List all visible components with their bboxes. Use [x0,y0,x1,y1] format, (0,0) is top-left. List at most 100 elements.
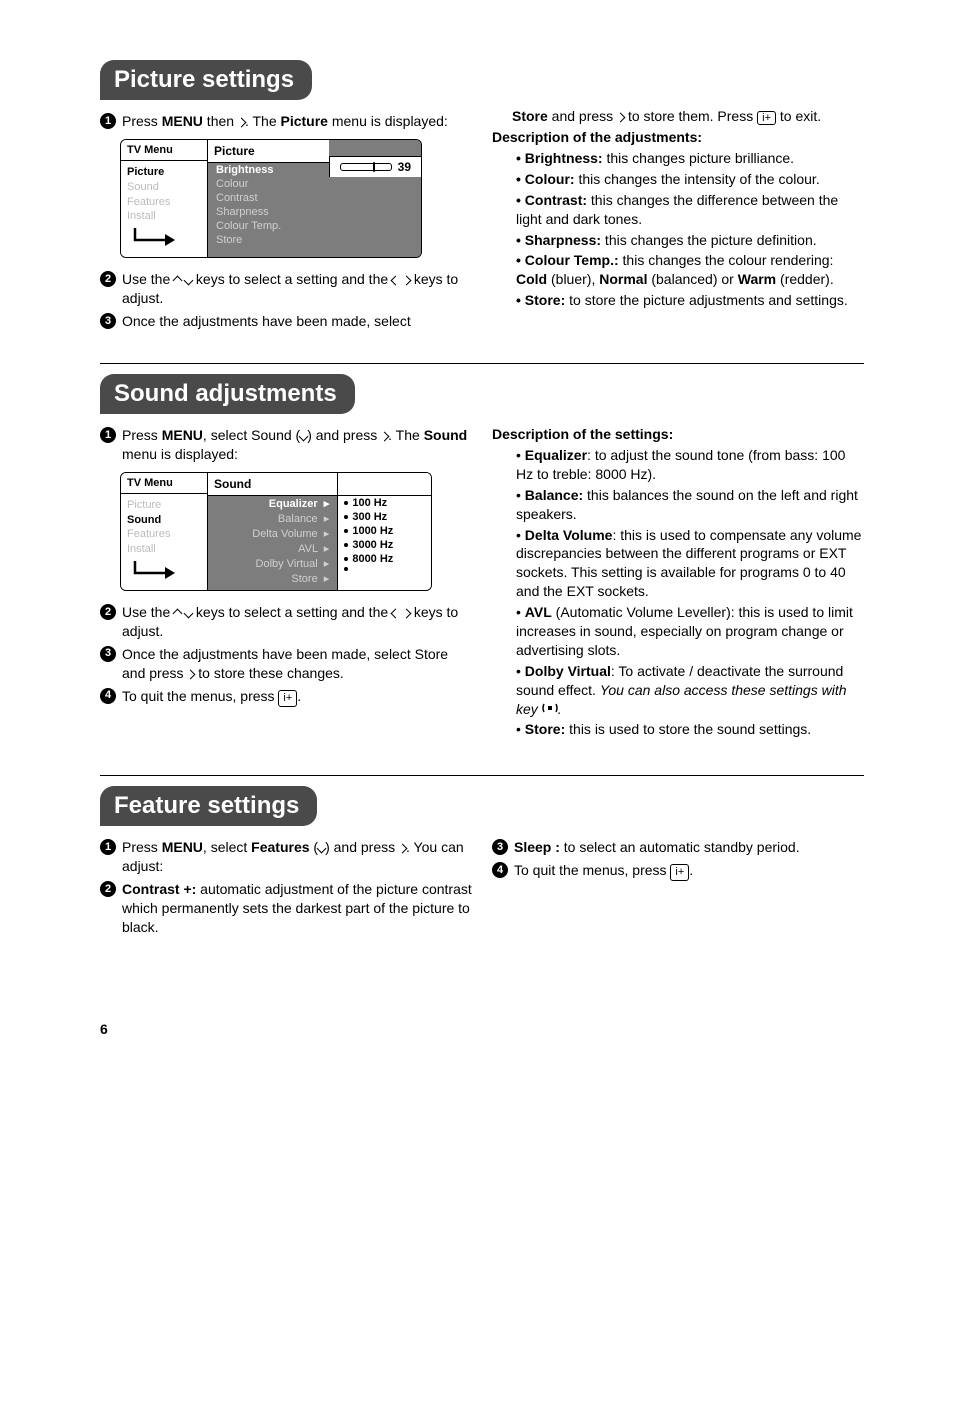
text: and press [548,108,617,124]
bullet-1-icon: 1 [100,427,116,443]
bullet-3-icon: 3 [100,313,116,329]
osd-left-features: Features [127,527,201,542]
text: Press [122,839,162,855]
text: to exit. [776,108,821,124]
bullet-2-icon: 2 [100,604,116,620]
text: menu is displayed: [122,446,238,462]
text: keys to select a setting and the [192,271,392,287]
picture-section: Picture settings 1 Press MENU then . The… [100,60,864,335]
info-button-icon: i+ [670,864,689,881]
sound-step-3: 3 Once the adjustments have been made, s… [100,645,472,683]
osd-row: 3000 Hz [352,539,393,551]
osd-row: AVL [298,543,318,555]
text-italic: . [558,701,562,717]
osd-left-sound: Sound [127,513,201,528]
text: Delta Volume [525,527,613,543]
text: Sharpness: [525,232,601,248]
text: (balanced) or [647,271,737,287]
picture-desc-heading: Description of the adjustments: [492,129,864,145]
osd-left-install: Install [127,209,201,224]
text: Dolby Virtual [525,663,611,679]
picture-heading: Picture settings [100,60,312,100]
surround-icon [542,700,558,719]
divider [100,775,864,776]
osd-row: Colour Temp. [208,219,421,233]
text: , select [203,839,251,855]
osd-tvmenu: TV Menu [121,473,207,494]
osd-pointer-icon [121,559,207,590]
text: Colour Temp.: [525,252,619,268]
slider-icon [340,163,392,171]
text: this changes the colour rendering: [619,252,834,268]
osd-left-install: Install [127,542,201,557]
text: Brightness: [525,150,603,166]
bullet-3-icon: 3 [492,839,508,855]
text: this changes picture brilliance. [603,150,794,166]
osd-tvmenu: TV Menu [121,140,207,161]
sound-desc-list: Equalizer: to adjust the sound tone (fro… [516,446,864,739]
text: to store them. Press [624,108,757,124]
feature-step-1: 1 Press MENU, select Features () and pre… [100,838,472,876]
sound-desc-heading: Description of the settings: [492,426,864,442]
text: Press [122,113,162,129]
osd-row: 1000 Hz [352,525,393,537]
sound-section: Sound adjustments 1 Press MENU, select S… [100,374,864,747]
text: Colour: [525,171,575,187]
text: Use the [122,271,174,287]
text: Contrast +: [122,881,196,897]
osd-row: 8000 Hz [352,553,393,565]
bullet-3-icon: 3 [100,646,116,662]
osd-row: Balance [278,513,318,525]
text: Press [122,427,162,443]
text: to select an automatic standby period. [560,839,800,855]
text: To quit the menus, press [514,862,670,878]
feature-step-2: 2 Contrast +: automatic adjustment of th… [100,880,472,937]
osd-picture: TV Menu Picture Sound Features Install [120,139,422,258]
text: Store: [525,721,565,737]
left-arrow-icon [391,609,401,619]
picture-step-2: 2 Use the keys to select a setting and t… [100,270,472,308]
text: to store the picture adjustments and set… [565,292,848,308]
up-arrow-icon [173,609,183,619]
osd-row: Store [208,233,421,247]
osd-row: Equalizer [269,498,318,510]
feature-section: Feature settings 1 Press MENU, select Fe… [100,786,864,940]
text: to store these changes. [194,665,343,681]
osd-brightness-value: 39 [398,160,411,174]
text: keys to select a setting and the [192,604,392,620]
text: Picture [281,113,328,129]
info-button-icon: i+ [757,111,776,125]
bullet-2-icon: 2 [100,271,116,287]
text: To quit the menus, press [122,688,278,704]
text: ) and press [325,839,399,855]
sound-step-1: 1 Press MENU, select Sound () and press … [100,426,472,464]
text: ) and press [307,427,381,443]
picture-desc-list: Brightness: this changes picture brillia… [516,149,864,310]
osd-row: Colour [208,177,421,191]
text: Features [251,839,309,855]
text: Sleep : [514,839,560,855]
sound-step-4: 4 To quit the menus, press i+. [100,687,472,707]
text: this is used to store the sound settings… [565,721,811,737]
menu-label: MENU [162,113,203,129]
osd-row: 100 Hz [352,497,387,509]
text: MENU [162,427,203,443]
text: (Automatic Volume Leveller): this is use… [516,604,853,658]
text: this changes the intensity of the colour… [575,171,820,187]
osd-row: Dolby Virtual [256,558,318,570]
text: menu is displayed: [328,113,448,129]
picture-step-1: 1 Press MENU then . The Picture menu is … [100,112,472,131]
osd-row: Delta Volume [252,528,317,540]
text: MENU [162,839,203,855]
text: Store [512,108,548,124]
bullet-4-icon: 4 [492,862,508,878]
text: then [203,113,238,129]
page-number: 6 [100,1021,864,1037]
text: . The [245,113,281,129]
text: (bluer), [547,271,599,287]
sound-step-2: 2 Use the keys to select a setting and t… [100,603,472,641]
text: AVL [525,604,552,620]
text: . The [388,427,424,443]
picture-step-3: 3 Once the adjustments have been made, s… [100,312,472,331]
left-arrow-icon [391,276,401,286]
